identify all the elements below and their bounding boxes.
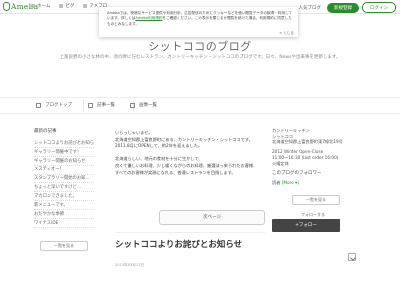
recent-posts-heading: 最新の記事: [34, 129, 57, 134]
blog-tabs: ブログトップ 記事一覧 画像一覧: [0, 97, 400, 114]
tab-posts-list[interactable]: 記事一覧: [88, 102, 115, 108]
followers-row: 読者 [More ▾]: [272, 180, 299, 186]
recent-post-item[interactable]: メスティオー！: [34, 166, 94, 175]
tab-divider: [83, 100, 84, 112]
account-area: 人気ブログ 新規登録 ログイン: [299, 2, 396, 13]
register-button[interactable]: 新規登録: [327, 2, 359, 13]
recent-post-item[interactable]: ギャラリー開催中です！: [34, 148, 94, 157]
followers-more-link[interactable]: [More ▾]: [282, 180, 299, 185]
view-all-posts-button[interactable]: 一覧を見る: [40, 240, 88, 251]
cookie-notice-popup: Amebaでは、快適なサービス提供や利用分析、広告配信のためにクッキーなどを使い…: [99, 7, 298, 37]
follow-label: フォローする: [301, 212, 325, 218]
shop-address: 北海道空知郡上富良野町東7線北19号: [272, 139, 343, 145]
closed-day: 火曜定休: [272, 160, 289, 166]
divider: [115, 232, 265, 233]
recent-post-item[interactable]: おだやかな季節: [34, 210, 94, 220]
ameblo-icon: [83, 3, 88, 8]
post-text: 良くて優しいお料理、少し緩くながらのお料理、厳選ほっ来られたお客様、: [115, 162, 258, 168]
follow-button[interactable]: +フォロー: [272, 219, 340, 233]
recent-post-item[interactable]: シットココよりお詫びとお知らせ: [34, 139, 94, 148]
chevron-down-icon[interactable]: [348, 253, 356, 261]
post-date: 2013年03月13日: [115, 263, 145, 267]
followers-heading: このブログのフォロワー: [272, 171, 322, 177]
concept-paragraph: 北海道らしい、地元の食材を十分に生かして、 良くて優しいお料理、少し緩くながらの…: [115, 156, 265, 176]
post-text: 2011.8月にOPENして、約2年を迎えました。: [115, 143, 203, 149]
post-text: すべてのお客様が笑顔になれる、普通レストランを目指します。: [115, 169, 236, 175]
recent-post-item[interactable]: ちょっと早いですけど…: [34, 183, 94, 193]
post-title[interactable]: シットココよりお詫びとお知らせ: [115, 238, 242, 250]
pigg-icon: [59, 3, 64, 8]
recent-post-item[interactable]: ギャラリー開催のお知らせ: [34, 157, 94, 166]
images-list-icon: [130, 102, 135, 108]
popular-blogs-link[interactable]: 人気ブログ: [299, 5, 322, 11]
posts-list-icon: [88, 102, 93, 108]
close-notice-button[interactable]: × とじる: [279, 31, 294, 36]
blog-top-icon: [36, 102, 41, 108]
tab-blog-top[interactable]: ブログトップ: [36, 102, 72, 108]
recent-post-item[interactable]: 新メニューです。: [34, 201, 94, 211]
terms-link[interactable]: Ameba利用規約: [135, 16, 162, 20]
nav-pigg[interactable]: ピグ: [59, 3, 74, 9]
main-content: いらっしゃいませ。 北海道空知郡上富良野町にある、カントリーキッチン・シットココ…: [115, 130, 265, 267]
post-text: 北海道らしい、地元の食材を十分に生かして、: [115, 156, 203, 162]
intro-paragraph: いらっしゃいませ。 北海道空知郡上富良野町にある、カントリーキッチン・シットココ…: [115, 130, 265, 150]
tab-images-list[interactable]: 画像一覧: [130, 102, 157, 108]
recent-post-item[interactable]: スタンプラリー開始のお知…: [34, 175, 94, 184]
nav-home[interactable]: ホーム: [31, 3, 50, 9]
profile-sidebar: カントリーキッチン シットココ 北海道空知郡上富良野町東7線北19号 2012 …: [272, 128, 356, 261]
view-followers-button[interactable]: 一覧を見る: [292, 195, 340, 206]
post-text: いらっしゃいませ。: [115, 130, 153, 135]
login-button[interactable]: ログイン: [362, 2, 396, 13]
blog-description: 上富良野の小さな林の中、池の畔に佇むレストラン、カントリーキッチン・シットココの…: [59, 55, 341, 60]
ameba-logo-icon: [3, 2, 10, 11]
blog-title[interactable]: シットココのブログ: [0, 38, 400, 54]
recent-post-item[interactable]: マカロンできました。: [34, 192, 94, 202]
recent-posts-sidebar: 最新の記事 シットココよりお詫びとお知らせ ギャラリー開催中です！ ギャラリー開…: [34, 128, 94, 251]
home-icon: [31, 3, 35, 8]
cookie-notice-text: Amebaでは、快適なサービス提供や利用分析、広告配信のためにクッキーなどを使い…: [107, 11, 293, 26]
recent-post-item[interactable]: ワイナスIDE: [34, 219, 94, 228]
next-page-button[interactable]: 次ページ: [159, 210, 265, 225]
